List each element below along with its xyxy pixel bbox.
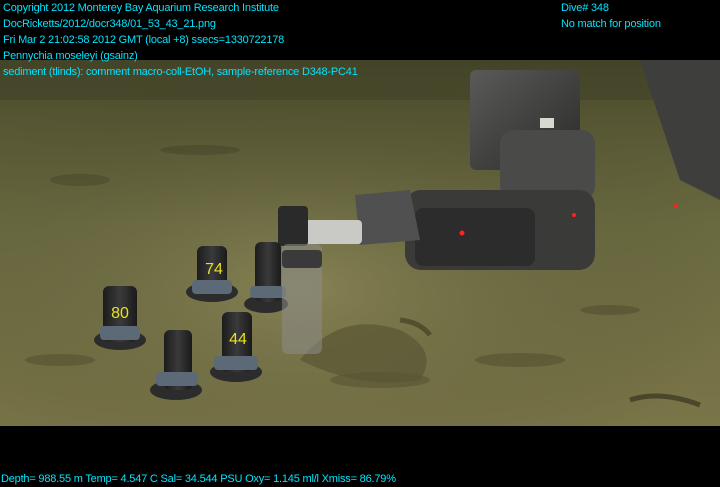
core-label: 80	[111, 305, 129, 322]
core-label: 74	[205, 261, 223, 278]
telemetry-text: Depth= 988.55 m Temp= 4.547 C Sal= 34.54…	[1, 473, 396, 485]
dive-info: Dive# 348 No match for position	[561, 0, 661, 32]
dive-number: Dive# 348	[561, 2, 609, 14]
timestamp-text: Fri Mar 2 21:02:58 2012 GMT (local +8) s…	[3, 34, 285, 46]
annotation-text: sediment (tlinds): comment macro-coll-Et…	[3, 66, 358, 78]
seafloor-scene: 80 74 44	[0, 60, 720, 426]
core-label: 44	[229, 331, 247, 348]
frame-metadata: Copyright 2012 Monterey Bay Aquarium Res…	[3, 0, 358, 80]
video-frame: 80 74 44 Copyright 2012 Monterey Bay Aqu…	[0, 0, 720, 486]
filename-text: DocRicketts/2012/docr348/01_53_43_21.png	[3, 18, 216, 30]
push-core	[282, 244, 322, 354]
position-status: No match for position	[561, 18, 661, 30]
telemetry-bar: Depth= 988.55 m Temp= 4.547 C Sal= 34.54…	[1, 471, 396, 487]
species-text: Pennychia moseleyi (gsainz)	[3, 50, 138, 62]
copyright-text: Copyright 2012 Monterey Bay Aquarium Res…	[3, 2, 279, 14]
